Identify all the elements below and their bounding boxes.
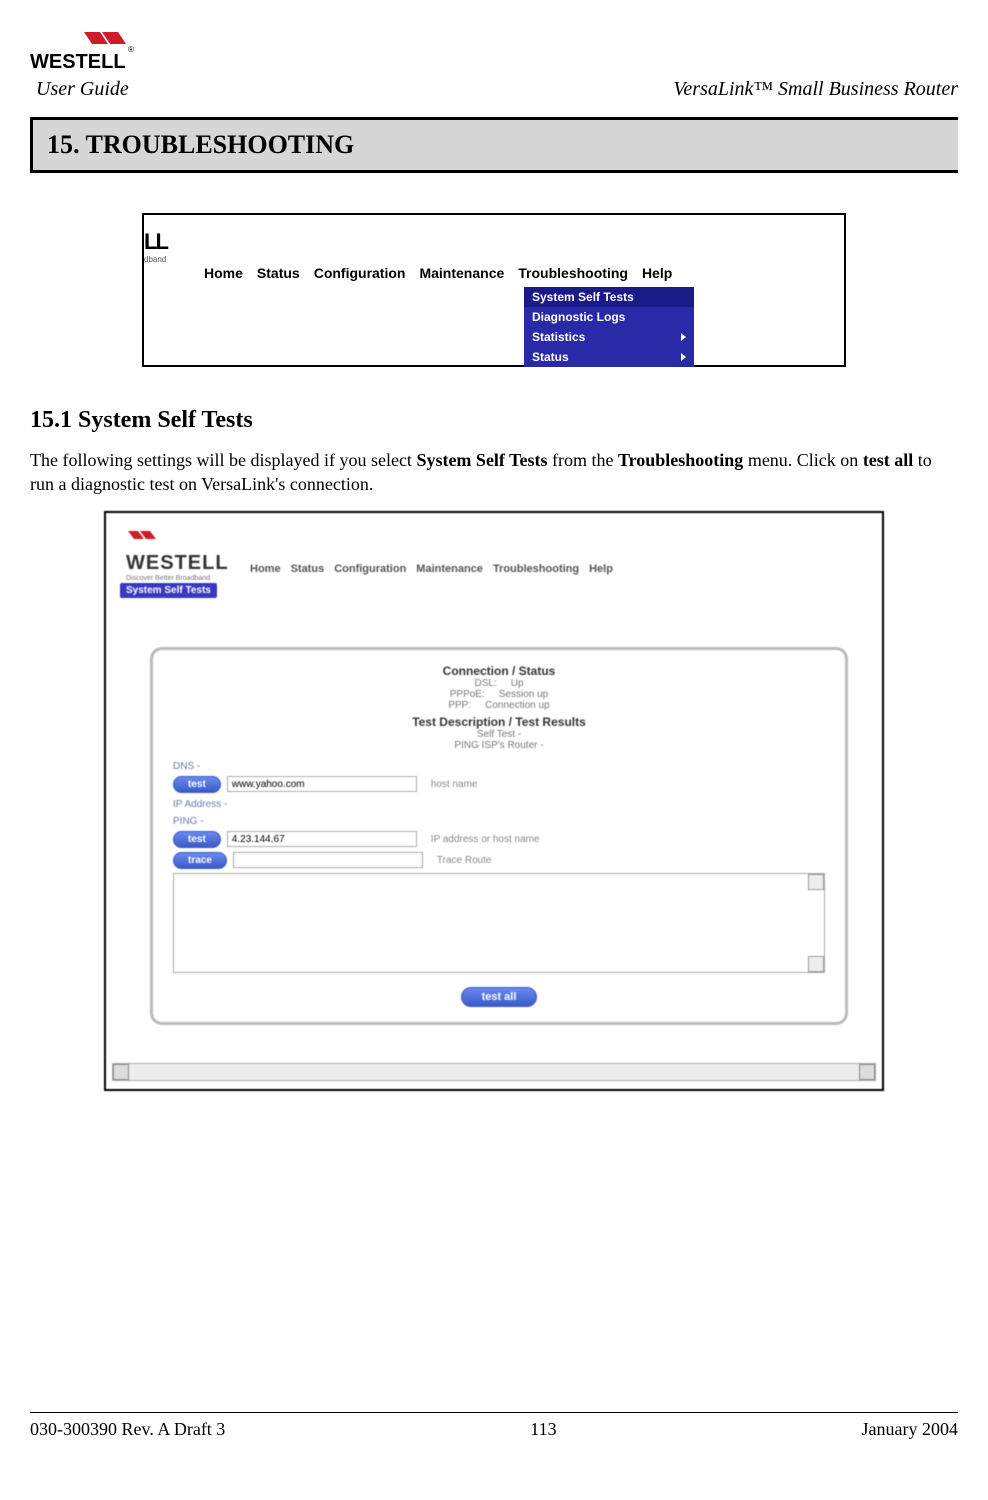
nav-status[interactable]: Status <box>291 563 325 575</box>
dropdown-statistics[interactable]: Statistics <box>524 327 694 347</box>
ip-address-label: IP Address - <box>173 799 825 810</box>
body-paragraph: The following settings will be displayed… <box>30 448 958 497</box>
ip-address-input[interactable] <box>227 831 417 847</box>
nav-help[interactable]: Help <box>589 563 613 575</box>
nav-configuration[interactable]: Configuration <box>314 265 406 281</box>
test-ping-button[interactable]: test <box>173 831 221 848</box>
test-all-button[interactable]: test all <box>461 987 538 1007</box>
westell-logo-small: WESTELL Discover Better Broadband <box>126 529 229 582</box>
nav-troubleshooting[interactable]: Troubleshooting <box>518 265 628 281</box>
troubleshooting-dropdown: System Self Tests Diagnostic Logs Statis… <box>524 287 694 367</box>
nav-maintenance[interactable]: Maintenance <box>419 265 504 281</box>
results-textarea[interactable] <box>173 873 825 973</box>
chevron-right-icon <box>681 353 686 361</box>
scroll-down-icon[interactable] <box>808 956 824 972</box>
product-name: VersaLink™ Small Business Router <box>673 78 958 101</box>
screenshot-self-tests: WESTELL Discover Better Broadband Home S… <box>104 511 884 1091</box>
nav-configuration[interactable]: Configuration <box>334 563 406 575</box>
trace-hint: Trace Route <box>437 855 492 866</box>
scroll-up-icon[interactable] <box>808 874 824 890</box>
nav-help[interactable]: Help <box>642 265 672 281</box>
logo-fragment: LL dband <box>144 229 184 264</box>
footer-doc-rev: 030-300390 Rev. A Draft 3 <box>30 1419 225 1440</box>
user-guide-label: User Guide <box>30 78 160 101</box>
test-dns-button[interactable]: test <box>173 776 221 793</box>
nav-bar: Home Status Configuration Maintenance Tr… <box>204 265 834 281</box>
nav-home[interactable]: Home <box>204 265 243 281</box>
horizontal-scrollbar[interactable] <box>112 1063 876 1081</box>
ping-label: PING - <box>173 816 825 827</box>
connection-status-heading: Connection / Status <box>173 664 825 678</box>
nav-bar: Home Status Configuration Maintenance Tr… <box>250 563 613 575</box>
ip-hint: IP address or host name <box>431 834 540 845</box>
svg-text:®: ® <box>128 45 134 54</box>
breadcrumb[interactable]: System Self Tests <box>120 583 217 598</box>
scroll-right-icon[interactable] <box>859 1064 875 1080</box>
dropdown-system-self-tests[interactable]: System Self Tests <box>524 287 694 307</box>
nav-status[interactable]: Status <box>257 265 300 281</box>
host-name-hint: host name <box>431 779 478 790</box>
dropdown-status[interactable]: Status <box>524 347 694 367</box>
header-left: WESTELL ® User Guide <box>30 30 160 101</box>
footer-date: January 2004 <box>862 1419 958 1440</box>
host-name-input[interactable] <box>227 776 417 792</box>
dns-label: DNS - <box>173 761 825 772</box>
nav-home[interactable]: Home <box>250 563 281 575</box>
chevron-right-icon <box>681 333 686 341</box>
footer-page-number: 113 <box>530 1419 556 1440</box>
test-results-heading: Test Description / Test Results <box>173 715 825 729</box>
westell-logo: WESTELL ® <box>30 30 160 76</box>
self-test-panel: Connection / Status DSL:Up PPPoE:Session… <box>150 647 848 1025</box>
scroll-left-icon[interactable] <box>113 1064 129 1080</box>
subsection-heading: 15.1 System Self Tests <box>30 407 958 434</box>
screenshot-nav-dropdown: LL dband Home Status Configuration Maint… <box>142 213 846 367</box>
svg-text:WESTELL: WESTELL <box>30 51 126 73</box>
nav-maintenance[interactable]: Maintenance <box>416 563 483 575</box>
trace-route-input[interactable] <box>233 852 423 868</box>
page-header: WESTELL ® User Guide VersaLink™ Small Bu… <box>30 30 958 101</box>
dropdown-diagnostic-logs[interactable]: Diagnostic Logs <box>524 307 694 327</box>
trace-button[interactable]: trace <box>173 852 227 869</box>
section-banner: 15. TROUBLESHOOTING <box>30 117 958 173</box>
nav-troubleshooting[interactable]: Troubleshooting <box>493 563 579 575</box>
page-footer: 030-300390 Rev. A Draft 3 113 January 20… <box>30 1412 958 1440</box>
